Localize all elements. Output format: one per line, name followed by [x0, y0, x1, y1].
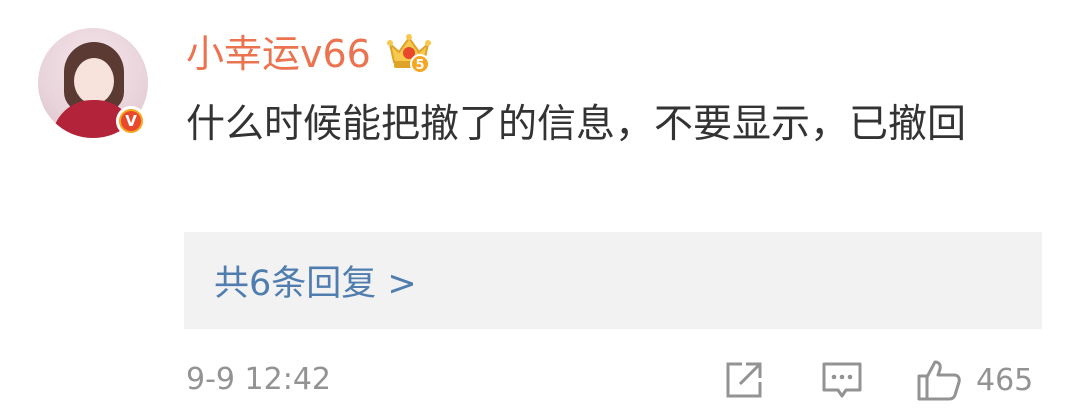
svg-text:5: 5	[415, 58, 424, 73]
replies-box[interactable]: 共6条回复 >	[184, 232, 1042, 329]
verified-badge-icon: V	[116, 106, 146, 136]
like-button[interactable]: 465	[916, 358, 1033, 402]
comment-timestamp: 9-9 12:42	[186, 362, 331, 397]
thumbs-up-icon	[917, 360, 961, 401]
share-button[interactable]	[722, 358, 766, 402]
comment-icon	[822, 362, 862, 398]
comment-button[interactable]	[820, 358, 864, 402]
view-replies-link[interactable]: 共6条回复 >	[214, 255, 417, 306]
avatar[interactable]: V	[38, 28, 148, 138]
comment-text: 什么时候能把撤了的信息，不要显示，已撤回	[186, 102, 967, 147]
like-count: 465	[976, 362, 1034, 398]
share-icon	[726, 362, 762, 398]
crown-level-icon: 5	[387, 34, 431, 74]
username[interactable]: 小幸运v66	[186, 30, 371, 78]
